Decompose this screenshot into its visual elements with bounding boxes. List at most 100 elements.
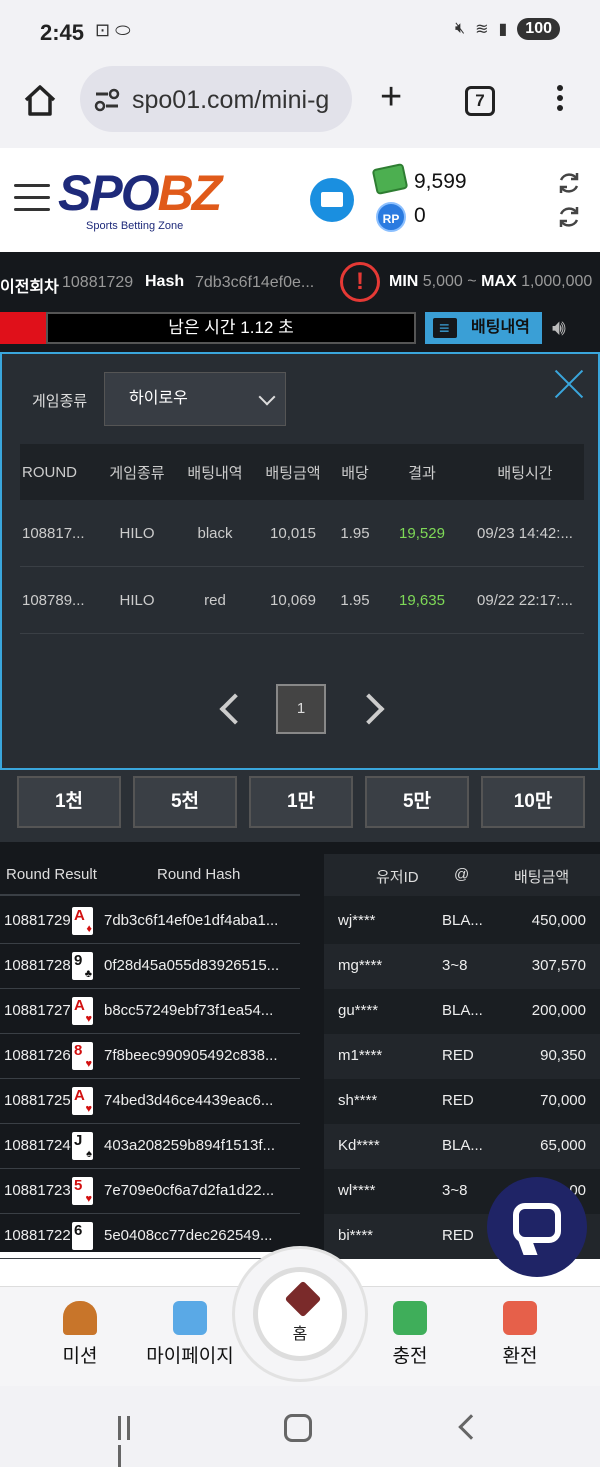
recent-apps-icon[interactable] (118, 1416, 144, 1467)
cell-result: 19,635 (399, 591, 445, 609)
rp-balance: 0 (414, 204, 426, 227)
col-round: ROUND (22, 463, 77, 481)
chip-100k-button[interactable]: 10만 (481, 776, 585, 828)
bet-choice: RED (442, 1227, 474, 1244)
nav-home[interactable]: 홈 (232, 1246, 368, 1382)
round-result-row: 10881722 6 5e0408cc77dec262549... (0, 1214, 300, 1259)
browser-menu-icon[interactable] (548, 82, 572, 118)
round-number: 10881723 (4, 1182, 71, 1199)
site-settings-icon[interactable] (94, 88, 120, 112)
bet-amount: 70,000 (540, 1092, 586, 1109)
back-icon[interactable] (458, 1414, 484, 1440)
col-bet: 배팅내역 (187, 464, 243, 482)
cell-amount: 10,015 (270, 524, 316, 542)
timer-row: 남은 시간 1.12 초 배팅내역 🔊︎ (0, 312, 600, 352)
hamburger-menu-icon[interactable] (14, 184, 50, 214)
chip-row: 1천 5천 1만 5만 10만 (0, 770, 600, 842)
cell-amount: 10,069 (270, 591, 316, 609)
battery-icon: 100 (517, 18, 560, 40)
round-result-row: 10881729 A ♦ 7db3c6f14ef0e1df4aba1... (0, 899, 300, 944)
nav-home-label: 홈 (292, 1326, 308, 1343)
col-result: 결과 (408, 464, 436, 482)
col-round-result: Round Result (6, 866, 97, 883)
cell-game-type: HILO (119, 591, 155, 609)
cell-time: 09/23 14:42:... (477, 524, 573, 542)
nav-exchange-label: 환전 (502, 1346, 538, 1367)
round-hash: 7f8beec990905492c838... (104, 1047, 278, 1064)
user-bets-header: 유저ID @ 배팅금액 (324, 854, 600, 896)
nav-charge-label: 충전 (392, 1346, 428, 1367)
user-bet-row: wj**** BLA... 450,000 (324, 899, 600, 944)
bet-choice: BLA... (442, 1002, 483, 1019)
cell-bet: black (197, 524, 233, 542)
col-at: @ (454, 866, 470, 883)
site-logo[interactable]: SPOBZ Sports Betting Zone (58, 168, 222, 232)
speaker-icon[interactable]: 🔊︎ (552, 316, 582, 340)
bet-choice: RED (442, 1092, 474, 1109)
home-dice-icon (284, 1280, 322, 1318)
bet-choice: RED (442, 1047, 474, 1064)
user-bet-row: sh**** RED 70,000 (324, 1079, 600, 1124)
user-bet-row: mg**** 3~8 307,570 (324, 944, 600, 989)
col-amount: 배팅금액 (265, 464, 321, 482)
cell-result: 19,529 (399, 524, 445, 542)
bet-history-panel: 게임종류 하이로우 ROUND 게임종류 배팅내역 배팅금액 배당 결과 배팅시… (0, 352, 600, 770)
nav-charge[interactable]: 충전 (355, 1301, 465, 1368)
chat-button[interactable] (487, 1177, 587, 1277)
chip-50k-button[interactable]: 5만 (365, 776, 469, 828)
chip-10k-button[interactable]: 1만 (249, 776, 353, 828)
tab-switcher-button[interactable]: 7 (465, 86, 495, 116)
status-right: 🔇︎ ≋ ▮ 100 (455, 18, 560, 40)
pagination: 1 (2, 684, 598, 734)
status-time: 2:45 (40, 20, 85, 45)
table-header: ROUND 게임종류 배팅내역 배팅금액 배당 결과 배팅시간 (20, 444, 584, 500)
new-tab-button[interactable]: + (380, 78, 402, 116)
page-number[interactable]: 1 (276, 684, 326, 734)
round-hash: 5e0408cc77dec262549... (104, 1227, 273, 1244)
round-number: 10881724 (4, 1137, 71, 1154)
url-bar[interactable]: spo01.com/mini-g (80, 66, 352, 132)
bet-history-button[interactable]: 배팅내역 (425, 312, 542, 344)
timer-progress (0, 312, 46, 344)
nav-exchange[interactable]: 환전 (465, 1301, 575, 1368)
round-number: 10881725 (4, 1092, 71, 1109)
bet-choice: BLA... (442, 912, 483, 929)
refresh-rp-icon[interactable] (556, 204, 582, 230)
game-type-select[interactable]: 하이로우 (104, 372, 286, 426)
money-icon (371, 162, 409, 196)
site-header: SPOBZ Sports Betting Zone 9,599 RP 0 (0, 148, 600, 252)
round-hash: 7db3c6f14ef0e1df4aba1... (104, 912, 279, 929)
mail-icon[interactable] (310, 178, 354, 222)
chevron-right-icon[interactable] (353, 693, 385, 725)
user-id: wl**** (338, 1182, 376, 1199)
nav-mission[interactable]: 미션 (25, 1301, 135, 1368)
nav-mypage[interactable]: 마이페이지 (135, 1301, 245, 1368)
chip-1k-button[interactable]: 1천 (17, 776, 121, 828)
col-odds: 배당 (341, 464, 369, 482)
bet-amount: 450,000 (531, 912, 586, 929)
col-user-id: 유저ID (376, 869, 419, 886)
android-home-icon[interactable] (284, 1414, 312, 1442)
round-hash: 74bed3d46ce4439eac6... (104, 1092, 274, 1109)
table-row: 108817... HILO black 10,015 1.95 19,529 … (20, 500, 584, 567)
refresh-money-icon[interactable] (556, 170, 582, 196)
round-info-bar: 이전회차 10881729 Hash 7db3c6f14ef0e... ! MI… (0, 252, 600, 312)
playing-card-icon: A ♦ (72, 907, 93, 935)
exchange-icon (503, 1301, 537, 1335)
round-result-row: 10881726 8 ♥ 7f8beec990905492c838... (0, 1034, 300, 1079)
playing-card-icon: 5 ♥ (72, 1177, 93, 1205)
chevron-left-icon[interactable] (219, 693, 251, 725)
remaining-time: 남은 시간 1.12 초 (46, 312, 416, 344)
round-result-row: 10881727 A ♥ b8cc57249ebf73f1ea54... (0, 989, 300, 1034)
browser-home-icon[interactable] (22, 82, 58, 118)
user-bet-row: gu**** BLA... 200,000 (324, 989, 600, 1034)
warning-icon[interactable]: ! (340, 262, 380, 302)
user-id: Kd**** (338, 1137, 380, 1154)
bet-amount: 200,000 (531, 1002, 586, 1019)
cell-odds: 1.95 (340, 524, 370, 542)
chip-5k-button[interactable]: 5천 (133, 776, 237, 828)
hash-value: 7db3c6f14ef0e... (195, 274, 315, 291)
close-icon[interactable] (554, 370, 584, 400)
user-id: bi**** (338, 1227, 374, 1244)
money-balance: 9,599 (414, 170, 467, 193)
